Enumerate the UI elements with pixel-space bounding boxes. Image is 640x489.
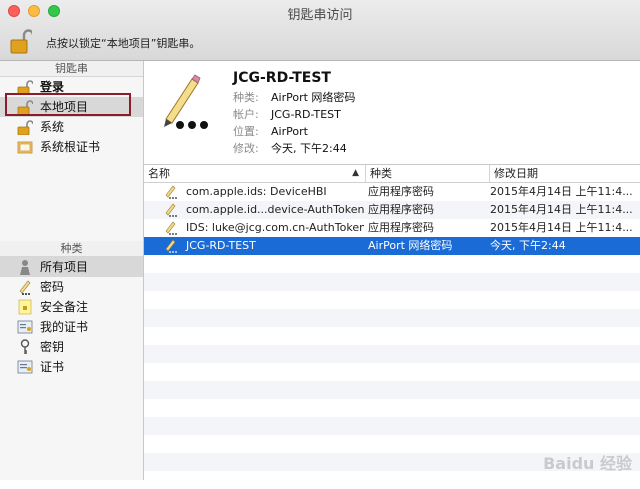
lock-icon	[17, 120, 33, 135]
sidebar-item-login[interactable]: 登录	[0, 77, 143, 97]
password-icon	[19, 280, 31, 295]
category-secure-notes[interactable]: 安全备注	[0, 297, 143, 317]
category-label: 所有项目	[40, 260, 89, 274]
sidebar-item-system-roots[interactable]: 系统根证书	[0, 137, 143, 157]
cell-date: 2015年4月14日 上午11:4...	[490, 221, 633, 234]
column-header-date[interactable]: 修改日期	[490, 165, 640, 182]
category-my-certificates[interactable]: 我的证书	[0, 317, 143, 337]
table-row[interactable]: com.apple.id...device-AuthToken 应用程序密码 2…	[144, 201, 640, 219]
cell-name: com.apple.ids: DeviceHBI	[186, 185, 327, 198]
sidebar-item-local-items[interactable]: 本地项目	[0, 97, 143, 117]
category-certificates[interactable]: 证书	[0, 357, 143, 377]
empty-row	[144, 399, 640, 417]
empty-row	[144, 273, 640, 291]
category-all-items[interactable]: 所有项目	[0, 257, 143, 277]
category-label: 密钥	[40, 340, 65, 354]
cell-date: 2015年4月14日 上午11:4...	[490, 185, 633, 198]
empty-row	[144, 291, 640, 309]
lock-hint-text: 点按以锁定“本地项目”钥匙串。	[46, 37, 201, 50]
certificate-folder-icon	[17, 141, 33, 154]
column-header-kind[interactable]: 种类	[366, 165, 490, 182]
cell-kind: 应用程序密码	[368, 221, 434, 234]
sidebar-item-label: 登录	[40, 80, 65, 94]
categories-header: 种类	[0, 241, 143, 257]
all-items-icon	[20, 260, 30, 275]
item-title: JCG-RD-TEST	[233, 70, 331, 86]
sidebar-item-label: 系统	[40, 120, 65, 134]
sidebar-item-label: 本地项目	[40, 100, 89, 114]
empty-row	[144, 345, 640, 363]
detail-value: 今天, 下午2:44	[271, 142, 347, 155]
table-row[interactable]: IDS: luke@jcg.com.cn-AuthToken 应用程序密码 20…	[144, 219, 640, 237]
window-title: 钥匙串访问	[287, 8, 353, 23]
detail-row-kind: 种类: AirPort 网络密码	[233, 89, 355, 106]
category-passwords[interactable]: 密码	[0, 277, 143, 297]
cell-name: IDS: luke@jcg.com.cn-AuthToken	[186, 221, 364, 234]
empty-row	[144, 255, 640, 273]
column-header-label: 种类	[370, 167, 392, 180]
cell-kind: 应用程序密码	[368, 185, 434, 198]
table-row[interactable]: com.apple.ids: DeviceHBI 应用程序密码 2015年4月1…	[144, 183, 640, 201]
detail-label: 位置:	[233, 125, 259, 138]
lock-icon	[17, 80, 33, 95]
category-label: 安全备注	[40, 300, 89, 314]
detail-row-account: 帐户: JCG-RD-TEST	[233, 106, 341, 123]
key-icon	[20, 339, 30, 354]
column-header-name[interactable]: 名称 ▲	[144, 165, 366, 182]
categories-section: 种类 所有项目 密码 安全备注 我的证书 密钥 证书	[0, 241, 143, 377]
category-label: 我的证书	[40, 320, 89, 334]
empty-row	[144, 327, 640, 345]
items-table: 名称 ▲ 种类 修改日期 com.apple.ids: DeviceHBI 应用…	[144, 165, 640, 480]
detail-value: AirPort 网络密码	[271, 91, 356, 104]
cell-name: JCG-RD-TEST	[186, 239, 256, 252]
keychains-header: 钥匙串	[0, 61, 143, 77]
sort-ascending-icon: ▲	[352, 168, 359, 178]
table-row-selected[interactable]: JCG-RD-TEST AirPort 网络密码 今天, 下午2:44	[144, 237, 640, 255]
watermark-logo: Baidu 经验	[543, 454, 632, 473]
cell-date: 2015年4月14日 上午11:4...	[490, 203, 633, 216]
cell-kind: 应用程序密码	[368, 203, 434, 216]
empty-row	[144, 309, 640, 327]
column-header-label: 名称	[148, 167, 170, 180]
category-label: 密码	[40, 280, 65, 294]
empty-row	[144, 381, 640, 399]
lock-icon	[17, 100, 33, 115]
detail-value: AirPort	[271, 125, 308, 138]
cell-date: 今天, 下午2:44	[490, 239, 566, 252]
detail-label: 修改:	[233, 142, 259, 155]
secure-note-icon	[18, 299, 32, 315]
sidebar-item-label: 系统根证书	[40, 140, 101, 154]
detail-row-where: 位置: AirPort	[233, 123, 308, 140]
detail-value: JCG-RD-TEST	[271, 108, 341, 121]
certificate-icon	[17, 360, 33, 374]
detail-label: 种类:	[233, 91, 259, 104]
cell-name: com.apple.id...device-AuthToken	[186, 203, 364, 216]
item-detail-panel: JCG-RD-TEST 种类: AirPort 网络密码 帐户: JCG-RD-TE…	[144, 61, 640, 165]
detail-label: 帐户:	[233, 108, 259, 121]
category-keys[interactable]: 密钥	[0, 337, 143, 357]
window-toolbar: 钥匙串访问 点按以锁定“本地项目”钥匙串。	[0, 0, 640, 61]
cell-kind: AirPort 网络密码	[368, 239, 453, 252]
sidebar-item-system[interactable]: 系统	[0, 117, 143, 137]
category-label: 证书	[40, 360, 65, 374]
my-certificate-icon	[17, 320, 33, 334]
column-header-label: 修改日期	[494, 167, 538, 180]
unlocked-lock-icon[interactable]	[10, 28, 32, 54]
detail-row-modified: 修改: 今天, 下午2:44	[233, 140, 347, 157]
sidebar: 钥匙串 登录 本地项目 系统 系统根证书 种类 所有项目 密码 安全备注 我的证…	[0, 61, 144, 480]
empty-row	[144, 363, 640, 381]
password-icon	[164, 74, 208, 129]
empty-row	[144, 417, 640, 435]
table-header: 名称 ▲ 种类 修改日期	[144, 165, 640, 183]
